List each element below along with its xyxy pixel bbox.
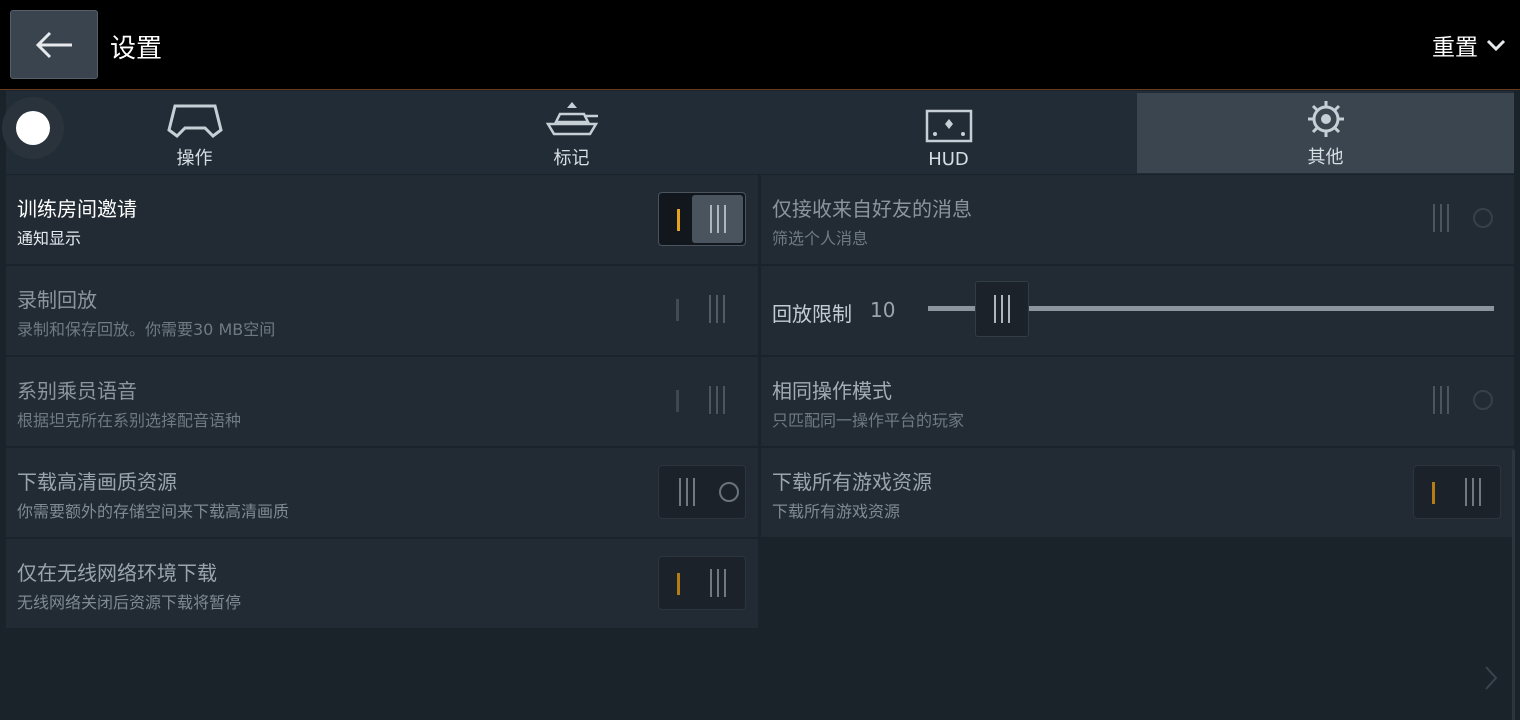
tab-markers[interactable]: 标记 [383, 91, 760, 174]
off-indicator [719, 482, 739, 502]
setting-label: 下载所有游戏资源 [772, 470, 932, 494]
setting-desc: 下载所有游戏资源 [772, 502, 901, 521]
toggle-knob [1415, 194, 1466, 242]
on-indicator [677, 209, 680, 231]
setting-same-mode: 相同操作模式 只匹配同一操作平台的玩家 [761, 357, 1514, 446]
gear-icon [1307, 101, 1344, 137]
toggle-switch[interactable] [658, 192, 746, 246]
toggle-knob [1415, 376, 1466, 424]
chevron-down-icon [1486, 39, 1506, 52]
setting-label: 下载高清画质资源 [17, 470, 177, 494]
toggle-knob [692, 195, 743, 243]
reset-label: 重置 [1432, 35, 1478, 61]
setting-desc: 通知显示 [17, 229, 82, 248]
toggle-knob [692, 559, 743, 607]
setting-desc: 根据坦克所在系别选择配音语种 [17, 411, 242, 430]
setting-desc: 录制和保存回放。你需要30 MB空间 [17, 320, 276, 339]
setting-desc: 筛选个人消息 [772, 229, 869, 248]
toggle-knob [691, 285, 742, 333]
toggle-knob [1447, 468, 1498, 516]
toggle-switch[interactable] [658, 283, 746, 337]
assist-dot-icon [16, 111, 50, 145]
tab-label: 标记 [553, 148, 590, 169]
setting-desc: 无线网络关闭后资源下载将暂停 [17, 593, 242, 612]
toggle-switch[interactable] [1413, 374, 1501, 428]
tank-marker-icon [545, 102, 598, 136]
chevron-right-icon[interactable] [1482, 664, 1500, 692]
toggle-knob [691, 376, 742, 424]
off-indicator [1473, 208, 1493, 228]
setting-label: 仅接收来自好友的消息 [772, 197, 972, 221]
setting-wifi-only: 仅在无线网络环境下载 无线网络关闭后资源下载将暂停 [6, 539, 758, 628]
setting-hd-resources: 下载高清画质资源 你需要额外的存储空间来下载高清画质 [6, 448, 758, 537]
gamepad-icon [166, 104, 223, 138]
tab-label: 操作 [176, 148, 213, 169]
top-bar: 设置 重置 [0, 0, 1520, 90]
setting-friends-only-messages: 仅接收来自好友的消息 筛选个人消息 [761, 175, 1514, 264]
setting-record-replay: 录制回放 录制和保存回放。你需要30 MB空间 [6, 266, 758, 355]
tab-bar: 操作 标记 HUD 其他 [6, 91, 1514, 174]
replay-limit-slider-handle[interactable] [975, 281, 1029, 337]
on-indicator [1432, 482, 1435, 504]
replay-limit-value: 10 [870, 298, 896, 322]
setting-desc: 你需要额外的存储空间来下载高清画质 [17, 502, 290, 521]
tab-hud[interactable]: HUD [760, 91, 1137, 174]
toggle-switch[interactable] [658, 374, 746, 428]
arrow-left-icon [35, 31, 72, 58]
setting-label: 录制回放 [17, 288, 97, 312]
setting-desc: 只匹配同一操作平台的玩家 [772, 411, 965, 430]
setting-label: 回放限制 [772, 302, 852, 326]
off-indicator [1473, 390, 1493, 410]
setting-label: 训练房间邀请 [17, 197, 137, 221]
tab-other[interactable]: 其他 [1137, 93, 1514, 173]
on-indicator [676, 299, 679, 321]
setting-label: 相同操作模式 [772, 379, 892, 403]
toggle-switch[interactable] [658, 465, 746, 519]
setting-training-invite: 训练房间邀请 通知显示 [6, 175, 758, 264]
toggle-switch[interactable] [1413, 192, 1501, 246]
setting-all-resources: 下载所有游戏资源 下载所有游戏资源 [761, 448, 1514, 537]
toggle-switch[interactable] [658, 556, 746, 610]
toggle-knob [661, 468, 712, 516]
hud-screen-icon [925, 109, 972, 143]
page-title: 设置 [110, 34, 163, 64]
on-indicator [676, 390, 679, 412]
toggle-switch[interactable] [1413, 465, 1501, 519]
tab-label: HUD [928, 149, 969, 170]
tab-label: 其他 [1307, 147, 1344, 168]
setting-label: 系别乘员语音 [17, 379, 137, 403]
reset-button[interactable]: 重置 [1432, 28, 1506, 62]
on-indicator [677, 573, 680, 595]
setting-label: 仅在无线网络环境下载 [17, 561, 217, 585]
setting-crew-voice: 系别乘员语音 根据坦克所在系别选择配音语种 [6, 357, 758, 446]
floating-assist-button[interactable] [2, 97, 64, 159]
scrollbar[interactable] [1512, 450, 1515, 720]
back-button[interactable] [10, 10, 98, 79]
